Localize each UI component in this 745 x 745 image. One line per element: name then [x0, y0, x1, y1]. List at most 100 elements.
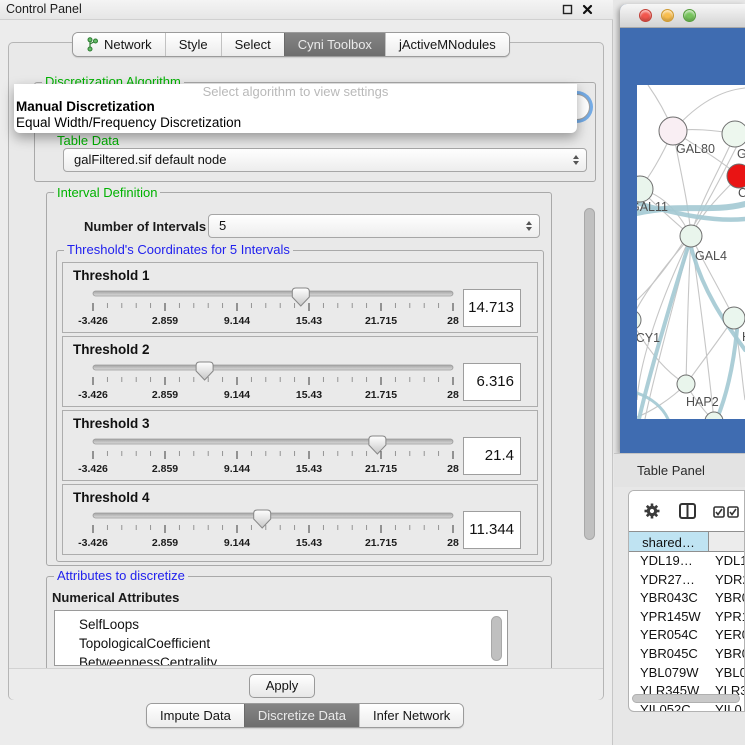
svg-text:-3.426: -3.426 [78, 315, 108, 327]
tab-label: Infer Network [373, 705, 450, 727]
combo-spinner-icon[interactable] [573, 155, 579, 165]
tab-label: Network [104, 34, 152, 56]
node-label-gal80: GAL80 [676, 142, 715, 156]
network-node-gcy1[interactable] [637, 310, 641, 330]
threshold-slider[interactable]: -3.4262.8599.14415.4321.71528 [71, 435, 511, 481]
slider-thumb[interactable] [196, 362, 213, 380]
number-of-intervals-combo[interactable]: 5 [208, 214, 540, 238]
attributes-group-title: Attributes to discretize [54, 569, 188, 582]
svg-text:9.144: 9.144 [224, 463, 250, 475]
tab-impute-data[interactable]: Impute Data [147, 704, 244, 727]
checkbox-icon[interactable] [713, 506, 725, 518]
list-scrollbar[interactable] [491, 616, 502, 661]
network-node-gal4[interactable] [680, 225, 702, 247]
svg-text:-3.426: -3.426 [78, 537, 108, 549]
settings-scrollbar[interactable] [584, 208, 595, 540]
algorithm-dropdown-popup: Select algorithm to view settings Manual… [14, 84, 577, 133]
minimize-traffic-light-icon[interactable] [661, 9, 674, 22]
network-node-top-right-node[interactable] [722, 121, 745, 147]
close-traffic-light-icon[interactable] [639, 9, 652, 22]
table-row[interactable]: YBR045CYBR0 [629, 645, 745, 664]
close-icon[interactable] [582, 4, 593, 15]
apply-row: Apply [9, 668, 603, 700]
algorithm-option-equal-width-frequency-discretization[interactable]: Equal Width/Frequency Discretization [14, 115, 577, 131]
node-label-gal11: GAL11 [637, 200, 668, 214]
list-item-topologicalcoefficient[interactable]: TopologicalCoefficient [55, 634, 507, 653]
table-data-label: Table Data [57, 133, 119, 148]
column-header-name[interactable]: na [709, 531, 745, 552]
tab-style[interactable]: Style [165, 33, 221, 56]
cell-name: YDR2 [709, 571, 745, 590]
network-edge[interactable] [686, 236, 691, 384]
tab-infer-network[interactable]: Infer Network [359, 704, 463, 727]
network-node-red-node[interactable] [727, 164, 745, 188]
tab-network[interactable]: Network [73, 33, 165, 56]
settings-gear-icon[interactable] [643, 502, 661, 520]
cell-shared-name: YER054C [629, 626, 709, 645]
table-row[interactable]: YPR145WYPR1 [629, 608, 745, 627]
network-node-right-node[interactable] [723, 307, 745, 329]
tab-label: Select [235, 34, 271, 56]
apply-button[interactable]: Apply [249, 674, 315, 698]
cell-name: YER0 [709, 626, 745, 645]
network-canvas[interactable]: GAL80GCGAL11GAL4GCY1HHAP2 [637, 85, 745, 419]
column-header-shared-name[interactable]: shared… [629, 531, 709, 552]
network-icon [86, 37, 99, 52]
tab-select[interactable]: Select [221, 33, 284, 56]
svg-text:28: 28 [447, 389, 459, 401]
threshold-slider[interactable]: -3.4262.8599.14415.4321.71528 [71, 361, 511, 407]
node-label-top-right-node: G [737, 147, 745, 161]
threshold-label: Threshold 3 [73, 416, 150, 431]
threshold-slider[interactable]: -3.4262.8599.14415.4321.71528 [71, 509, 511, 555]
node-label-hap2: HAP2 [686, 395, 719, 409]
control-panel: Control Panel NetworkStyleSelectCyni Too… [0, 0, 613, 745]
svg-text:28: 28 [447, 537, 459, 549]
float-window-icon[interactable] [562, 4, 573, 15]
network-edge-weighted[interactable] [716, 330, 737, 419]
tab-label: jActiveMNodules [399, 34, 496, 56]
combo-spinner-icon[interactable] [526, 221, 532, 231]
table-data-combo[interactable]: galFiltered.sif default node [63, 148, 587, 172]
table-row[interactable]: YER054CYER0 [629, 626, 745, 645]
network-edge[interactable] [686, 318, 734, 384]
checkbox-icon[interactable] [727, 506, 739, 518]
svg-text:-3.426: -3.426 [78, 389, 108, 401]
network-node-gal11[interactable] [637, 176, 653, 202]
algorithm-option-manual-discretization[interactable]: Manual Discretization [14, 99, 577, 115]
table-row[interactable]: YBL079WYBL0 [629, 664, 745, 683]
table-row[interactable]: YDL19…YDL1 [629, 552, 745, 571]
node-table: shared… na YDL19…YDL1YDR27…YDR2YBR043CYB… [628, 490, 745, 712]
table-panel-title: Table Panel [637, 463, 705, 478]
network-node-hap2[interactable] [677, 375, 695, 393]
threshold-panel: Threshold 114.713-3.4262.8599.14415.4321… [62, 262, 538, 333]
svg-text:2.859: 2.859 [152, 537, 178, 549]
list-item-betweennesscentrality[interactable]: BetweennessCentrality [55, 653, 507, 666]
table-row[interactable]: YBR043CYBR0 [629, 589, 745, 608]
network-edge[interactable] [637, 236, 691, 320]
numerical-attributes-list[interactable]: SelfLoopsTopologicalCoefficientBetweenne… [54, 610, 508, 666]
tab-label: Impute Data [160, 705, 231, 727]
tab-discretize-data[interactable]: Discretize Data [244, 704, 359, 727]
threshold-slider[interactable]: -3.4262.8599.14415.4321.71528 [71, 287, 511, 333]
list-item-selfloops[interactable]: SelfLoops [55, 615, 507, 634]
svg-text:21.715: 21.715 [365, 315, 397, 327]
network-window: GAL80GCGAL11GAL4GCY1HHAP2 [620, 4, 745, 453]
svg-text:28: 28 [447, 463, 459, 475]
slider-thumb[interactable] [254, 510, 271, 528]
table-horizontal-scrollbar[interactable] [632, 694, 740, 703]
tab-jactivemnodules[interactable]: jActiveMNodules [385, 33, 509, 56]
tab-label: Discretize Data [258, 705, 346, 727]
column-layout-icon[interactable] [679, 503, 696, 519]
control-panel-tabs: Network Style Select Cyni Toolbox jActiveMNo… [72, 32, 510, 57]
table-row[interactable]: YDR27…YDR2 [629, 571, 745, 590]
tab-cyni-toolbox[interactable]: Cyni Toolbox [284, 33, 385, 56]
svg-text:15.43: 15.43 [296, 463, 322, 475]
slider-thumb[interactable] [369, 436, 386, 454]
svg-text:15.43: 15.43 [296, 537, 322, 549]
cell-name: YBR0 [709, 589, 745, 608]
svg-text:9.144: 9.144 [224, 537, 250, 549]
zoom-traffic-light-icon[interactable] [683, 9, 696, 22]
threshold-panel: Threshold 411.344-3.4262.8599.14415.4321… [62, 484, 538, 555]
network-node-gal80[interactable] [659, 117, 687, 145]
svg-text:28: 28 [447, 315, 459, 327]
